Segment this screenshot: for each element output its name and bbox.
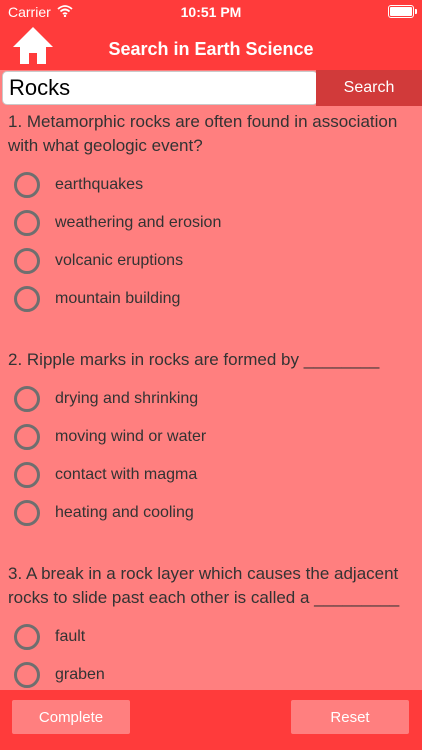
answer-option[interactable]: heating and cooling [8, 494, 414, 532]
answer-option[interactable]: earthquakes [8, 166, 414, 204]
option-label: heating and cooling [55, 504, 194, 521]
option-label: earthquakes [55, 176, 144, 193]
question-2: 2. Ripple marks in rocks are formed by _… [0, 344, 422, 532]
radio-button[interactable] [14, 210, 40, 236]
answer-option[interactable]: mountain building [8, 280, 414, 318]
option-label: volcanic eruptions [55, 252, 184, 269]
answer-option[interactable]: contact with magma [8, 456, 414, 494]
question-text: 3. A break in a rock layer which causes … [8, 564, 400, 607]
answer-option[interactable]: drying and shrinking [8, 380, 414, 418]
radio-button[interactable] [14, 172, 40, 198]
option-label: fault [55, 628, 86, 645]
search-bar: Search [0, 70, 422, 106]
question-text: 2. Ripple marks in rocks are formed by _… [8, 350, 380, 369]
question-3: 3. A break in a rock layer which causes … [0, 558, 422, 690]
nav-bar: Search in Earth Science [0, 24, 422, 70]
radio-button[interactable] [14, 424, 40, 450]
radio-button[interactable] [14, 500, 40, 526]
battery-icon [388, 5, 417, 18]
footer-bar: Complete Reset [0, 690, 422, 750]
answer-option[interactable]: fault [8, 618, 414, 656]
complete-button[interactable]: Complete [12, 700, 130, 734]
answer-option[interactable]: volcanic eruptions [8, 242, 414, 280]
search-input[interactable] [2, 71, 318, 105]
answer-option[interactable]: weathering and erosion [8, 204, 414, 242]
status-bar: Carrier 10:51 PM [0, 0, 422, 24]
question-list: 1. Metamorphic rocks are often found in … [0, 106, 422, 690]
radio-button[interactable] [14, 662, 40, 688]
search-button[interactable]: Search [316, 70, 422, 106]
answer-option[interactable]: moving wind or water [8, 418, 414, 456]
page-title: Search in Earth Science [108, 39, 314, 59]
app-header: Carrier 10:51 PM Search in Earth Science [0, 0, 422, 70]
reset-button[interactable]: Reset [291, 700, 409, 734]
option-label: graben [55, 666, 105, 683]
option-label: moving wind or water [55, 428, 207, 445]
radio-button[interactable] [14, 248, 40, 274]
question-1: 1. Metamorphic rocks are often found in … [0, 106, 422, 318]
option-label: drying and shrinking [55, 390, 199, 407]
status-time: 10:51 PM [180, 4, 242, 20]
option-label: contact with magma [55, 466, 198, 483]
option-label: weathering and erosion [55, 214, 222, 231]
answer-option[interactable]: graben [8, 656, 414, 690]
radio-button[interactable] [14, 286, 40, 312]
radio-button[interactable] [14, 386, 40, 412]
radio-button[interactable] [14, 462, 40, 488]
option-label: mountain building [55, 290, 181, 307]
question-text: 1. Metamorphic rocks are often found in … [8, 112, 398, 155]
radio-button[interactable] [14, 624, 40, 650]
